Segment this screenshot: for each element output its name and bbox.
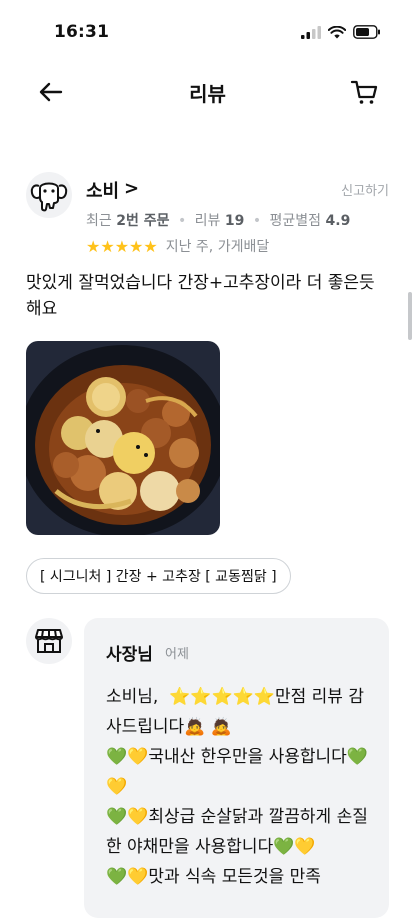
avg-rating: 4.9 <box>325 213 351 229</box>
separator-dot: • <box>177 213 187 229</box>
rating-row: ★★★★★ 지난 주, 가게배달 <box>86 236 269 256</box>
owner-reply-time: 어제 <box>165 647 189 662</box>
review-photo[interactable] <box>26 341 220 535</box>
store-icon <box>35 629 63 653</box>
status-icons <box>301 25 381 39</box>
battery-icon <box>353 25 380 39</box>
review-text: 맛있게 잘먹었습니다 간장+고추장이라 더 좋은듯해요 <box>26 273 375 319</box>
elephant-avatar-icon <box>30 182 68 212</box>
braised-chicken-image <box>26 341 220 535</box>
report-link[interactable]: 신고하기 <box>341 180 389 199</box>
scrollbar[interactable] <box>408 292 412 340</box>
wifi-icon <box>328 25 346 38</box>
owner-reply: 사장님 어제 소비님, ⭐⭐⭐⭐⭐만점 리뷰 감사드립니다🙇 🙇 💚💛국내산 한… <box>84 618 389 918</box>
star-rating: ★★★★★ <box>86 236 158 256</box>
menu-tag[interactable]: [ 시그니처 ] 간장 + 고추장 [ 교동찜닭 ] <box>26 558 291 594</box>
owner-avatar <box>26 618 72 664</box>
status-bar: 16:31 <box>0 0 415 62</box>
review-count-label: 리뷰 <box>194 213 221 229</box>
recent-orders-prefix: 최근 <box>86 213 112 229</box>
nav-header: 리뷰 <box>0 62 415 122</box>
review-time: 지난 주, 가게배달 <box>165 239 270 255</box>
owner-name: 사장님 <box>106 645 153 665</box>
reviewer-meta: 최근 2번 주문 • 리뷰 19 • 평균별점 4.9 <box>86 210 350 230</box>
recent-orders: 2번 주문 <box>116 213 170 229</box>
avg-rating-label: 평균별점 <box>269 213 322 229</box>
chevron-right-icon[interactable]: > <box>124 178 139 199</box>
reviewer-name[interactable]: 소비 <box>86 177 119 203</box>
status-time: 16:31 <box>54 22 110 42</box>
signal-icon <box>301 25 321 39</box>
separator-dot: • <box>252 213 262 229</box>
review-count: 19 <box>224 213 245 229</box>
reviewer-avatar[interactable] <box>26 172 72 218</box>
cart-icon[interactable] <box>349 76 379 106</box>
owner-reply-text: 소비님, ⭐⭐⭐⭐⭐만점 리뷰 감사드립니다🙇 🙇 💚💛국내산 한우만을 사용합… <box>106 687 368 887</box>
